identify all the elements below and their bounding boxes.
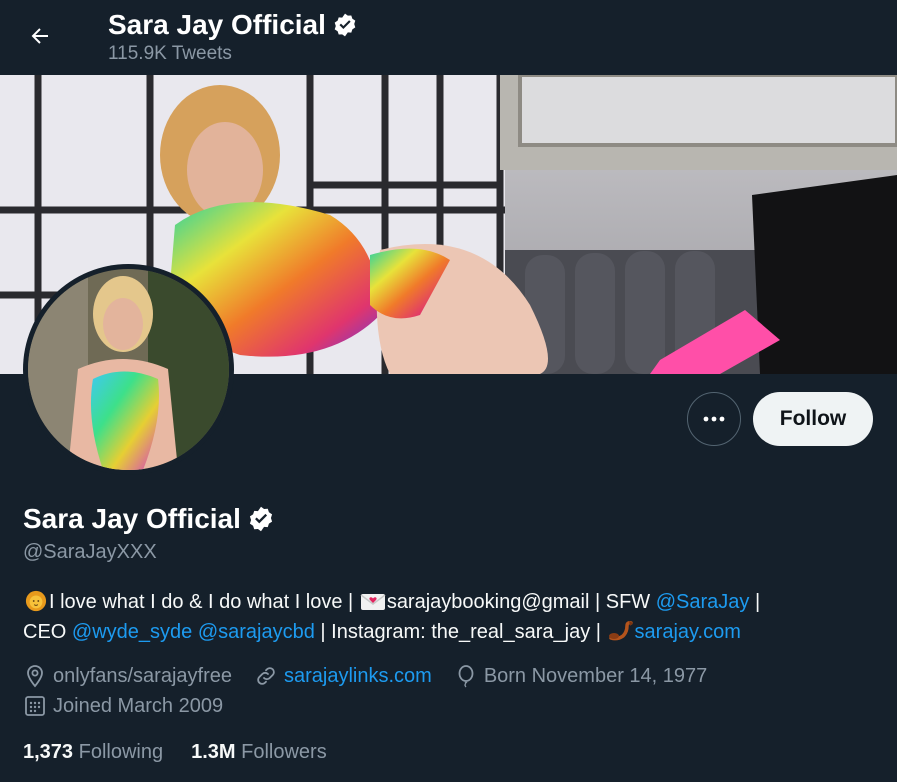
- header-name: Sara Jay Official: [108, 9, 326, 40]
- mention-wyde-syde-link[interactable]: @wyde_syde: [72, 621, 192, 643]
- tweet-count: 115.9K Tweets: [108, 43, 232, 64]
- followers-label: Followers: [241, 741, 327, 763]
- followers-link[interactable]: 1.3M Followers: [191, 741, 327, 764]
- profile-meta-row: onlyfans/sarajayfree sarajaylinks.com Bo…: [23, 664, 707, 688]
- love-letter-emoji-icon: [360, 594, 386, 610]
- location-text: onlyfans/sarajayfree: [53, 664, 232, 687]
- link-icon: [257, 667, 275, 685]
- profile-stats: 1,373 Following 1.3M Followers: [23, 741, 327, 764]
- bio-text-5: | Instagram: the_real_sara_jay |: [314, 621, 607, 643]
- website-link[interactable]: sarajaylinks.com: [284, 665, 432, 688]
- bio-text-3: |: [749, 591, 761, 613]
- following-count: 1,373: [23, 741, 74, 763]
- scorpion-emoji-icon: [608, 621, 633, 641]
- profile-name-text: Sara Jay Official: [23, 503, 241, 534]
- profile-bio: I love what I do & I do what I love | sa…: [23, 587, 873, 647]
- followers-count: 1.3M: [191, 741, 236, 763]
- more-options-button[interactable]: [687, 392, 741, 446]
- bio-text-1: I love what I do & I do what I love |: [49, 591, 359, 613]
- birthday-item: Born November 14, 1977: [454, 664, 707, 688]
- following-link[interactable]: 1,373 Following: [23, 741, 163, 764]
- follow-button[interactable]: Follow: [753, 392, 873, 446]
- lion-emoji-icon: [25, 590, 47, 612]
- following-label: Following: [78, 741, 164, 763]
- profile-name: Sara Jay Official: [23, 503, 275, 535]
- header-title: Sara Jay Official: [108, 9, 358, 41]
- bio-text-4: CEO: [23, 621, 72, 643]
- mention-sarajaycbd-link[interactable]: @sarajaycbd: [198, 621, 315, 643]
- bio-text-2: sarajaybooking@gmail | SFW: [386, 591, 656, 613]
- website-sarajay-link[interactable]: sarajay.com: [635, 621, 741, 643]
- back-button[interactable]: [22, 18, 58, 54]
- mention-sarajay-link[interactable]: @SaraJay: [656, 591, 750, 613]
- profile-meta-row-2: Joined March 2009: [23, 694, 223, 718]
- verified-badge-icon: [334, 13, 356, 37]
- profile-handle: @SaraJayXXX: [23, 541, 157, 563]
- verified-badge-icon: [249, 506, 272, 532]
- bio-line-1: I love what I do & I do what I love | sa…: [23, 587, 873, 617]
- calendar-icon: [25, 696, 45, 716]
- website-item[interactable]: sarajaylinks.com: [254, 664, 432, 688]
- joined-item: Joined March 2009: [23, 694, 223, 718]
- joined-text: Joined March 2009: [53, 694, 224, 717]
- profile-header: Sara Jay Official 115.9K Tweets: [0, 0, 897, 75]
- birthday-text: Born November 14, 1977: [483, 664, 708, 687]
- profile-avatar[interactable]: [23, 264, 234, 475]
- back-arrow-icon: [31, 28, 48, 44]
- more-options-icon: [703, 416, 725, 422]
- balloon-icon: [458, 665, 474, 688]
- location-pin-icon: [27, 665, 43, 688]
- bio-line-2: CEO @wyde_syde @sarajaycbd | Instagram: …: [23, 617, 873, 647]
- location-item: onlyfans/sarajayfree: [23, 664, 232, 688]
- avatar-image: [28, 269, 229, 470]
